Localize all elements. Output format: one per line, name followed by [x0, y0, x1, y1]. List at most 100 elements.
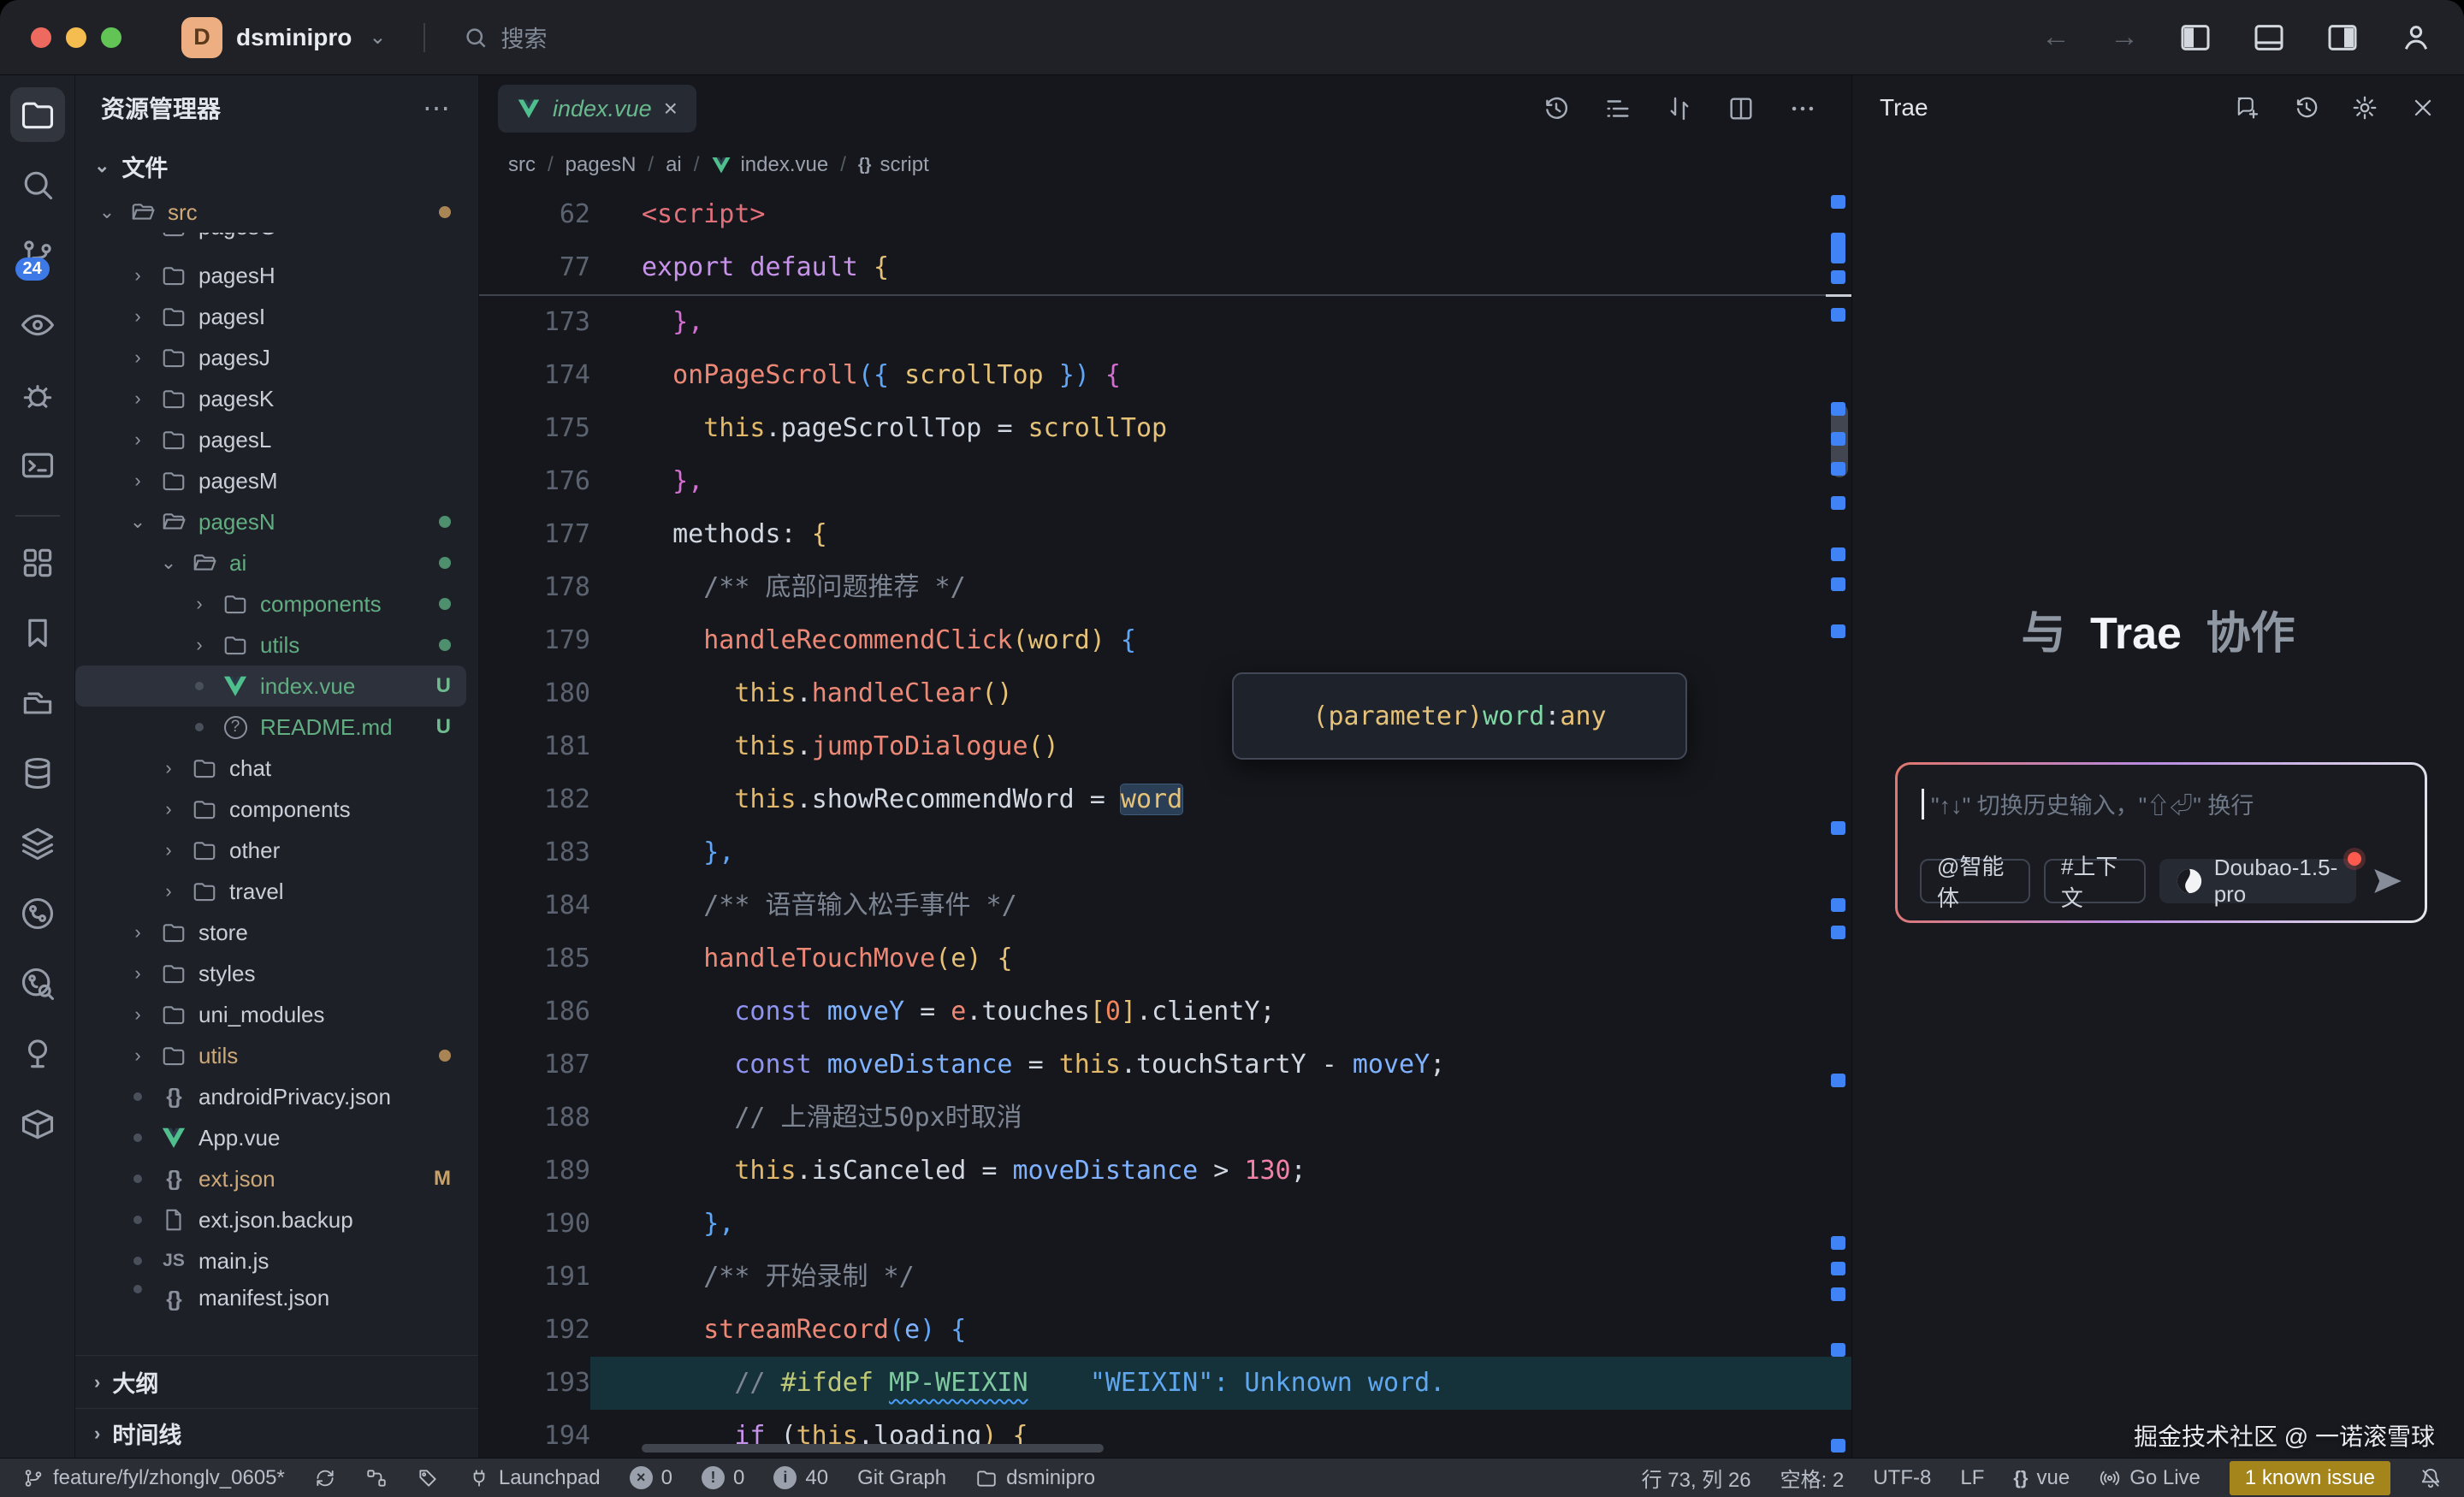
status-item[interactable] [2420, 1467, 2442, 1489]
code-line-content[interactable]: /** 底部问题推荐 */ [590, 561, 1851, 614]
code-line-content[interactable]: // #ifdef MP-WEIXIN "WEIXIN": Unknown wo… [590, 1357, 1851, 1410]
send-icon[interactable] [2370, 863, 2406, 899]
outline-section-header[interactable]: › 大纲 [75, 1355, 478, 1408]
compare-button[interactable] [1665, 94, 1694, 123]
context-chip[interactable]: #上下文 [2044, 859, 2146, 903]
line-number[interactable]: 77 [479, 241, 590, 294]
code-line-content[interactable]: handleRecommendClick(word) { [590, 614, 1851, 667]
terminal-activity-button[interactable] [10, 438, 65, 493]
close-tab-icon[interactable]: × [664, 95, 678, 122]
line-number[interactable]: 194 [479, 1410, 590, 1458]
forward-button[interactable]: → [2110, 21, 2139, 54]
code-line-62[interactable]: 62<script> [479, 188, 1851, 241]
code-line-174[interactable]: 174 onPageScroll({ scrollTop }) { [479, 349, 1851, 402]
status-item-feature-fyl-zhonglv-0605-[interactable]: feature/fyl/zhonglv_0605* [22, 1466, 285, 1490]
tab-index-vue[interactable]: index.vue × [498, 85, 696, 133]
close-window-button[interactable] [31, 27, 51, 48]
tree-item-pagesM[interactable]: ›pagesM [75, 460, 466, 501]
line-number[interactable]: 174 [479, 349, 590, 402]
code-line-186[interactable]: 186 const moveY = e.touches[0].clientY; [479, 985, 1851, 1038]
line-number[interactable]: 189 [479, 1145, 590, 1198]
horizontal-scrollbar[interactable] [642, 1444, 1104, 1453]
code-line-183[interactable]: 183 }, [479, 826, 1851, 879]
status-item-0[interactable]: ×0 [630, 1466, 672, 1490]
code-line-175[interactable]: 175 this.pageScrollTop = scrollTop [479, 402, 1851, 455]
line-number[interactable]: 190 [479, 1198, 590, 1251]
tree-item-ai[interactable]: ⌄ai [75, 542, 466, 583]
code-line-192[interactable]: 192 streamRecord(e) { [479, 1304, 1851, 1357]
tree-item-pagesH[interactable]: ›pagesH [75, 255, 466, 296]
code-line-content[interactable]: this.showRecommendWord = word [590, 773, 1851, 826]
line-number[interactable]: 178 [479, 561, 590, 614]
tree-item-utils[interactable]: ›utils [75, 1035, 466, 1076]
account-icon[interactable] [2399, 21, 2433, 55]
line-number[interactable]: 192 [479, 1304, 590, 1357]
tree-item-pagesI[interactable]: ›pagesI [75, 296, 466, 337]
line-number[interactable]: 62 [479, 188, 590, 241]
new-chat-button[interactable] [2235, 94, 2262, 121]
toggle-right-panel-button[interactable] [2325, 21, 2360, 55]
bookmark-activity-button[interactable] [10, 606, 65, 660]
status-item[interactable] [314, 1467, 336, 1489]
tree-activity-button[interactable] [10, 1027, 65, 1081]
code-line-content[interactable]: <script> [590, 188, 1851, 241]
code-line-193[interactable]: 193 // #ifdef MP-WEIXIN "WEIXIN": Unknow… [479, 1357, 1851, 1410]
status-item-0[interactable]: !0 [702, 1466, 744, 1490]
code-editor[interactable]: 62<script>77export default { 173 },174 o… [479, 188, 1851, 1458]
extensions-activity-button[interactable] [10, 535, 65, 590]
line-number[interactable]: 187 [479, 1038, 590, 1092]
line-number[interactable]: 183 [479, 826, 590, 879]
split-editor-button[interactable] [1727, 94, 1756, 123]
files-activity-button[interactable] [10, 87, 65, 142]
status-item--73-26[interactable]: 行 73, 列 26 [1642, 1463, 1751, 1493]
toggle-left-panel-button[interactable] [2178, 21, 2212, 55]
more-actions-icon[interactable]: ⋯ [423, 92, 453, 124]
line-number[interactable]: 175 [479, 402, 590, 455]
code-line-content[interactable]: }, [590, 455, 1851, 508]
status-item-utf-8[interactable]: UTF-8 [1873, 1466, 1931, 1490]
code-line-content[interactable]: streamRecord(e) { [590, 1304, 1851, 1357]
code-line-content[interactable]: }, [590, 296, 1851, 349]
line-number[interactable]: 186 [479, 985, 590, 1038]
history-button[interactable] [1542, 94, 1571, 123]
line-number[interactable]: 176 [479, 455, 590, 508]
line-number[interactable]: 191 [479, 1251, 590, 1304]
code-line-178[interactable]: 178 /** 底部问题推荐 */ [479, 561, 1851, 614]
search-activity-button[interactable] [10, 157, 65, 212]
tree-item-pagesN[interactable]: ⌄pagesN [75, 501, 466, 542]
code-line-190[interactable]: 190 }, [479, 1198, 1851, 1251]
debug-activity-button[interactable] [10, 368, 65, 423]
status-item-dsminipro[interactable]: dsminipro [975, 1466, 1095, 1490]
breadcrumb-item[interactable]: index.vue [711, 153, 828, 177]
code-line-177[interactable]: 177 methods: { [479, 508, 1851, 561]
code-line-173[interactable]: 173 }, [479, 296, 1851, 349]
package-activity-button[interactable] [10, 1097, 65, 1151]
tree-item-App.vue[interactable]: App.vue [75, 1117, 466, 1158]
tree-item-main.js[interactable]: JSmain.js [75, 1240, 466, 1281]
status-item-go-live[interactable]: Go Live [2099, 1466, 2200, 1490]
breadcrumb-item[interactable]: pagesN [566, 153, 637, 177]
minimize-window-button[interactable] [66, 27, 86, 48]
tree-item-components[interactable]: ›components [75, 583, 466, 624]
tree-item-index.vue[interactable]: index.vueU [75, 666, 466, 707]
code-line-content[interactable]: onPageScroll({ scrollTop }) { [590, 349, 1851, 402]
line-number[interactable]: 184 [479, 879, 590, 932]
back-button[interactable]: ← [2041, 21, 2070, 54]
breadcrumb-item[interactable]: {}script [858, 153, 929, 177]
tree-item-ext.json.backup[interactable]: ext.json.backup [75, 1199, 466, 1240]
tree-item-README.md[interactable]: ?README.mdU [75, 707, 466, 748]
tree-item-components[interactable]: ›components [75, 789, 466, 830]
chat-input[interactable]: "↑↓" 切换历史输入，"⇧⏎" 换行 @智能体 #上下文 Doubao-1.5… [1898, 765, 2425, 920]
tree-item-pagesJ[interactable]: ›pagesJ [75, 337, 466, 378]
breadcrumb-item[interactable]: src [508, 153, 536, 177]
tree-item-pagesK[interactable]: ›pagesK [75, 378, 466, 419]
code-line-184[interactable]: 184 /** 语音输入松手事件 */ [479, 879, 1851, 932]
code-line-content[interactable]: }, [590, 826, 1851, 879]
code-line-176[interactable]: 176 }, [479, 455, 1851, 508]
line-number[interactable]: 177 [479, 508, 590, 561]
status-item--2[interactable]: 空格: 2 [1780, 1463, 1845, 1493]
status-item-lf[interactable]: LF [1960, 1466, 1984, 1490]
tree-item-other[interactable]: ›other [75, 830, 466, 871]
maximize-window-button[interactable] [101, 27, 121, 48]
line-number[interactable]: 185 [479, 932, 590, 985]
